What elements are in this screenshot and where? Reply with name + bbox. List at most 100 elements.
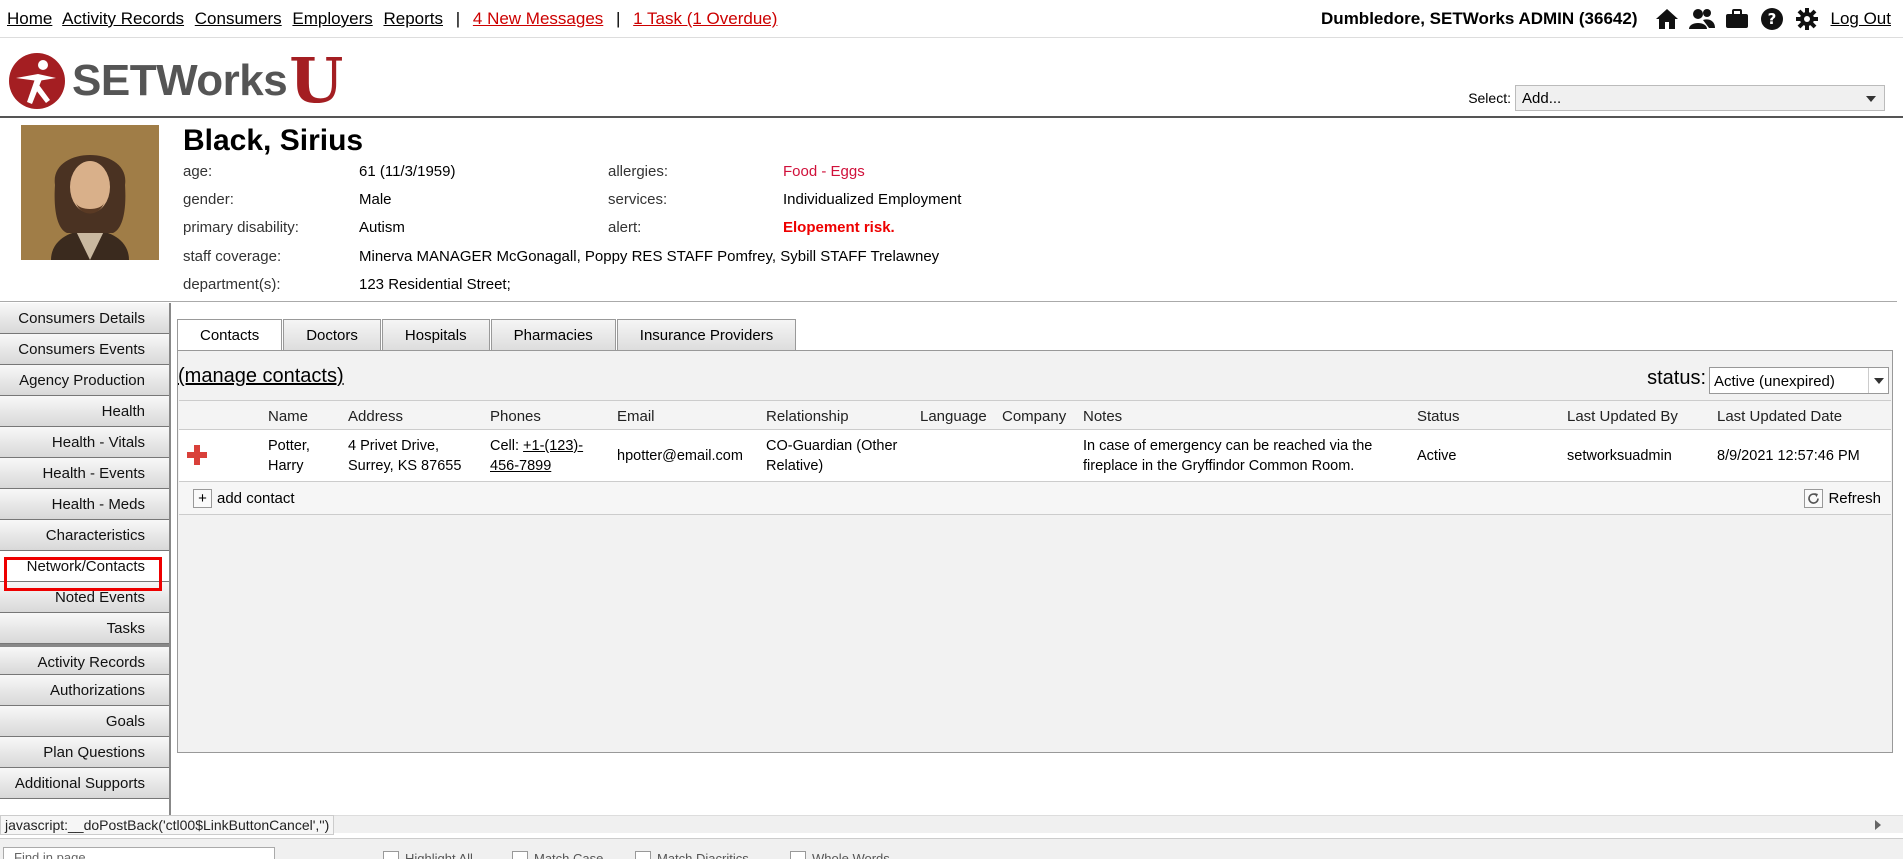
- status-filter-select[interactable]: Active (unexpired): [1709, 367, 1889, 394]
- sidebar-item-activity-records[interactable]: Activity Records: [0, 644, 169, 675]
- age-value: 61 (11/3/1959): [359, 163, 456, 180]
- col-last-updated-by[interactable]: Last Updated By: [1567, 407, 1678, 427]
- plus-icon: +: [193, 489, 212, 508]
- col-language[interactable]: Language: [920, 407, 987, 427]
- briefcase-icon[interactable]: [1723, 6, 1751, 32]
- contact-address: 4 Privet Drive, Surrey, KS 87655: [348, 436, 461, 476]
- table-row[interactable]: Potter, Harry 4 Privet Drive, Surrey, KS…: [179, 430, 1891, 482]
- nav-employers[interactable]: Employers: [292, 9, 372, 28]
- contact-relationship: CO-Guardian (Other Relative): [766, 436, 897, 476]
- sidebar-item-goals[interactable]: Goals: [0, 706, 169, 737]
- staff-coverage-value: Minerva MANAGER McGonagall, Poppy RES ST…: [359, 248, 940, 265]
- col-notes[interactable]: Notes: [1083, 407, 1122, 427]
- find-match-diacritics[interactable]: Match Diacritics: [635, 851, 749, 859]
- scroll-right-icon[interactable]: [1875, 820, 1881, 830]
- tab-hospitals[interactable]: Hospitals: [381, 319, 490, 351]
- notes-line-1: In case of emergency can be reached via …: [1083, 438, 1373, 454]
- sidebar-item-health-events[interactable]: Health - Events: [0, 458, 169, 489]
- contact-tabs: Contacts Doctors Hospitals Pharmacies In…: [177, 319, 797, 352]
- select-label: Select:: [1468, 90, 1511, 106]
- manage-contacts-link[interactable]: (manage contacts): [178, 365, 344, 388]
- sidebar-item-health-meds[interactable]: Health - Meds: [0, 489, 169, 520]
- sidebar-item-agency-production[interactable]: Agency Production: [0, 365, 169, 396]
- col-status[interactable]: Status: [1417, 407, 1460, 427]
- sidebar-item-characteristics[interactable]: Characteristics: [0, 520, 169, 551]
- nav-home[interactable]: Home: [7, 9, 52, 28]
- alert-value: Elopement risk.: [783, 219, 895, 236]
- contacts-grid: Name Address Phones Email Relationship L…: [179, 400, 1891, 515]
- grid-footer: + add contact Refresh: [179, 482, 1891, 515]
- logout-link[interactable]: Log Out: [1831, 9, 1892, 29]
- find-whole-words[interactable]: Whole Words: [790, 851, 890, 859]
- col-name[interactable]: Name: [268, 407, 308, 427]
- nav-activity-records[interactable]: Activity Records: [62, 9, 184, 28]
- add-contact-button[interactable]: + add contact: [193, 489, 295, 508]
- gear-icon[interactable]: [1793, 6, 1821, 32]
- nav-links: Home Activity Records Consumers Employer…: [7, 9, 783, 29]
- refresh-label: Refresh: [1828, 490, 1881, 507]
- chevron-down-icon: [1868, 368, 1888, 393]
- address-line-2: Surrey, KS 87655: [348, 458, 462, 474]
- find-input[interactable]: Find in page: [3, 847, 275, 859]
- services-label: services:: [608, 191, 668, 208]
- help-icon[interactable]: ?: [1758, 6, 1786, 32]
- checkbox-icon: [790, 851, 806, 859]
- svg-text:?: ?: [1767, 10, 1776, 28]
- nav-messages-link[interactable]: 4 New Messages: [473, 9, 603, 28]
- contact-name-first: Harry: [268, 458, 304, 474]
- contact-email: hpotter@email.com: [617, 448, 743, 464]
- refresh-icon: [1804, 489, 1824, 508]
- red-cross-icon[interactable]: [187, 445, 207, 471]
- nav-separator: |: [616, 9, 621, 28]
- nav-tasks-link[interactable]: 1 Task (1 Overdue): [633, 9, 777, 28]
- home-icon[interactable]: [1653, 6, 1681, 32]
- col-email[interactable]: Email: [617, 407, 655, 427]
- sidebar-item-additional-supports[interactable]: Additional Supports: [0, 768, 169, 799]
- checkbox-icon: [512, 851, 528, 859]
- active-item-highlight: [4, 557, 162, 591]
- gender-label: gender:: [183, 191, 234, 208]
- sidebar-item-consumers-details[interactable]: Consumers Details: [0, 303, 169, 334]
- logo-figure-icon: [9, 53, 65, 109]
- logo-bar: SETWorks U Select: Add...: [0, 39, 1903, 118]
- tab-contacts[interactable]: Contacts: [177, 319, 283, 352]
- sidebar-item-plan-questions[interactable]: Plan Questions: [0, 737, 169, 768]
- nav-consumers[interactable]: Consumers: [195, 9, 282, 28]
- staff-coverage-label: staff coverage:: [183, 248, 282, 265]
- logo-wordmark: SETWorks: [72, 56, 288, 105]
- sidebar-item-authorizations[interactable]: Authorizations: [0, 675, 169, 706]
- browser-status-url: javascript:__doPostBack('ctl00$LinkButto…: [0, 815, 335, 835]
- people-icon[interactable]: [1688, 6, 1716, 32]
- sidebar-item-tasks[interactable]: Tasks: [0, 613, 169, 644]
- address-line-1: 4 Privet Drive,: [348, 438, 440, 454]
- allergies-value: Food - Eggs: [783, 163, 865, 180]
- nav-reports[interactable]: Reports: [383, 9, 443, 28]
- age-label: age:: [183, 163, 213, 180]
- phone-link-part-1[interactable]: +1-(123)-: [523, 438, 583, 454]
- sidebar-item-consumers-events[interactable]: Consumers Events: [0, 334, 169, 365]
- quick-add-select[interactable]: Add...: [1515, 85, 1885, 111]
- contact-notes: In case of emergency can be reached via …: [1083, 436, 1372, 476]
- find-option-label: Whole Words: [812, 851, 890, 859]
- col-address[interactable]: Address: [348, 407, 403, 427]
- contact-name: Potter, Harry: [268, 436, 310, 476]
- col-phones[interactable]: Phones: [490, 407, 541, 427]
- phone-link-part-2[interactable]: 456-7899: [490, 458, 551, 474]
- refresh-button[interactable]: Refresh: [1804, 489, 1881, 508]
- col-relationship[interactable]: Relationship: [766, 407, 849, 427]
- find-highlight-all[interactable]: Highlight All: [383, 851, 473, 859]
- vertical-scrollbar[interactable]: [1891, 0, 1903, 815]
- sidebar-item-health[interactable]: Health: [0, 396, 169, 427]
- col-last-updated-date[interactable]: Last Updated Date: [1717, 407, 1842, 427]
- status-filter-label: status:: [1647, 367, 1706, 389]
- find-match-case[interactable]: Match Case: [512, 851, 603, 859]
- setworks-logo[interactable]: SETWorks U: [8, 50, 343, 112]
- status-filter-value: Active (unexpired): [1714, 373, 1835, 390]
- tab-insurance-providers[interactable]: Insurance Providers: [616, 319, 797, 351]
- consumer-header: Black, Sirius age: 61 (11/3/1959) gender…: [0, 120, 1897, 302]
- sidebar-item-health-vitals[interactable]: Health - Vitals: [0, 427, 169, 458]
- col-company[interactable]: Company: [1002, 407, 1066, 427]
- find-option-label: Match Case: [534, 851, 604, 859]
- tab-pharmacies[interactable]: Pharmacies: [490, 319, 616, 351]
- tab-doctors[interactable]: Doctors: [283, 319, 381, 351]
